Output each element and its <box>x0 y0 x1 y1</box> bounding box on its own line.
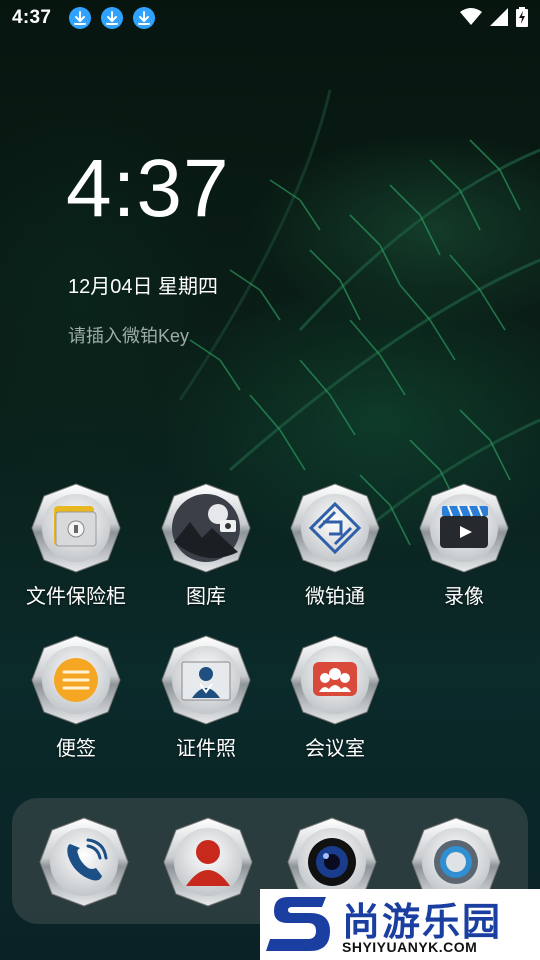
id-photo-icon <box>160 634 252 726</box>
contacts-icon <box>163 817 253 907</box>
app-meeting-room[interactable]: 会议室 <box>275 634 395 761</box>
app-video-recorder[interactable]: 录像 <box>404 482 524 609</box>
gallery-icon <box>160 482 252 574</box>
video-recorder-icon <box>418 482 510 574</box>
battery-charging-icon <box>516 7 528 32</box>
download-icon <box>69 7 92 29</box>
meeting-room-icon <box>289 634 381 726</box>
weibotong-icon <box>289 482 381 574</box>
cell-signal-icon <box>490 8 508 31</box>
app-label: 便签 <box>56 738 96 760</box>
wifi-icon <box>460 8 482 31</box>
notes-icon <box>30 634 122 726</box>
key-hint-text: 请插入微铂Key <box>68 326 190 346</box>
phone-icon <box>39 817 129 907</box>
watermark-url: SHYIYUANYK.COM <box>342 939 478 955</box>
app-label: 录像 <box>444 586 484 608</box>
dock-contacts[interactable] <box>162 816 254 908</box>
download-icon <box>101 7 124 29</box>
app-gallery[interactable]: 图库 <box>146 482 266 609</box>
dock-phone[interactable] <box>38 816 130 908</box>
clock-date: 12月04日 星期四 <box>68 276 219 298</box>
app-label: 会议室 <box>305 738 365 760</box>
app-label: 文件保险柜 <box>26 586 126 608</box>
app-label: 图库 <box>186 586 226 608</box>
download-icon <box>133 7 156 29</box>
app-weibotong[interactable]: 微铂通 <box>275 482 395 609</box>
status-bar: 4:37 <box>0 0 540 36</box>
watermark: 尚游乐园 SHYIYUANYK.COM <box>260 889 540 960</box>
watermark-brand: 尚游乐园 <box>342 902 503 944</box>
app-file-safe[interactable]: 文件保险柜 <box>16 482 136 609</box>
file-safe-icon <box>30 482 122 574</box>
app-label: 证件照 <box>176 738 236 760</box>
app-id-photo[interactable]: 证件照 <box>146 634 266 761</box>
status-time: 4:37 <box>12 7 52 28</box>
app-notes[interactable]: 便签 <box>16 634 136 761</box>
watermark-logo <box>266 897 330 951</box>
clock-time[interactable]: 4:37 <box>66 142 230 236</box>
app-label: 微铂通 <box>305 586 365 608</box>
